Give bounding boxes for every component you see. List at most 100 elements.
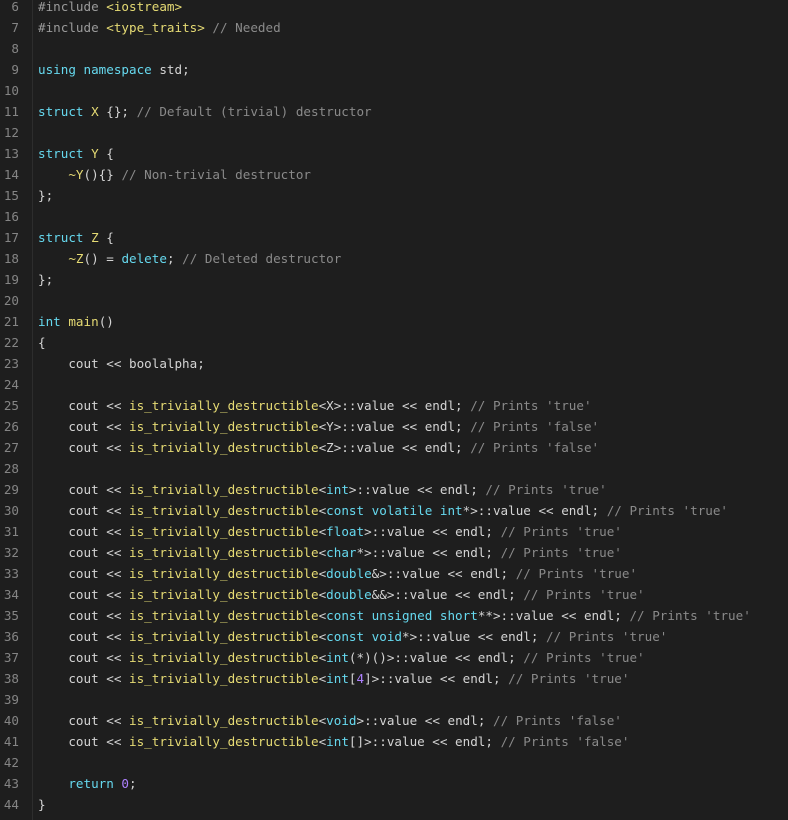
code-token: return (68, 776, 122, 791)
line-number: 40 (3, 713, 19, 728)
code-token: cout << (38, 650, 129, 665)
code-token: () (98, 314, 114, 329)
code-token: (*)()>::value << endl; (348, 650, 524, 665)
code-token: int (38, 314, 69, 329)
code-token: cout << (38, 419, 129, 434)
code-line[interactable]: cout << is_trivially_destructible<int>::… (38, 479, 607, 500)
code-token: ; (129, 776, 137, 791)
code-token: is_trivially_destructible (129, 671, 319, 686)
code-line[interactable]: } (38, 794, 46, 815)
code-line[interactable]: cout << is_trivially_destructible<float>… (38, 521, 622, 542)
line-number: 24 (3, 377, 19, 392)
code-token: cout << boolalpha; (38, 356, 205, 371)
line-number: 29 (3, 482, 19, 497)
code-token: is_trivially_destructible (129, 398, 319, 413)
line-number: 19 (3, 272, 19, 287)
code-line[interactable]: using namespace std; (38, 59, 190, 80)
line-number: 8 (11, 41, 19, 56)
code-line[interactable]: return 0; (38, 773, 137, 794)
code-token: double (326, 566, 372, 581)
code-token: ; (166, 251, 183, 266)
line-number: 35 (3, 608, 19, 623)
line-number: 13 (3, 146, 19, 161)
code-line[interactable]: ~Z() = delete; // Deleted destructor (38, 248, 341, 269)
code-token: cout << (38, 671, 129, 686)
code-token: }; (38, 272, 54, 287)
code-token: // Prints 'false' (492, 713, 622, 728)
code-token: <type_traits> (106, 20, 205, 35)
line-number: 32 (3, 545, 19, 560)
code-token: is_trivially_destructible (129, 566, 319, 581)
code-line[interactable]: ~Y(){} // Non-trivial destructor (38, 164, 311, 185)
code-token: // Prints 'true' (485, 482, 607, 497)
line-number: 17 (3, 230, 19, 245)
code-line[interactable]: cout << is_trivially_destructible<const … (38, 500, 728, 521)
code-token: &&>::value << endl; (371, 587, 524, 602)
code-token: { (38, 335, 46, 350)
line-number: 21 (3, 314, 19, 329)
code-token: // Prints 'true' (606, 503, 729, 518)
code-line[interactable]: cout << is_trivially_destructible<char*>… (38, 542, 622, 563)
code-token: // Needed (204, 20, 281, 35)
code-line[interactable]: }; (38, 269, 53, 290)
code-line[interactable]: { (38, 332, 46, 353)
code-token: float (326, 524, 365, 539)
code-token: std; (159, 62, 190, 77)
code-token: *>::value << endl; (356, 545, 501, 560)
gutter-divider (32, 0, 33, 820)
code-line[interactable]: cout << is_trivially_destructible<double… (38, 563, 637, 584)
code-token: struct (38, 146, 92, 161)
code-token: // Prints 'false' (470, 419, 600, 434)
code-token: int (326, 482, 349, 497)
code-line[interactable]: cout << is_trivially_destructible<int[]>… (38, 731, 629, 752)
code-token: **>::value << endl; (477, 608, 630, 623)
code-line[interactable]: cout << is_trivially_destructible<const … (38, 626, 667, 647)
code-token: // Non-trivial destructor (121, 167, 311, 182)
code-line[interactable]: cout << is_trivially_destructible<X>::va… (38, 395, 591, 416)
code-line[interactable]: struct X {}; // Default (trivial) destru… (38, 101, 372, 122)
code-line[interactable]: #include <type_traits> // Needed (38, 17, 281, 38)
code-token: { (98, 230, 114, 245)
code-token: #include (38, 0, 107, 14)
code-token: double (326, 587, 372, 602)
code-token: delete (121, 251, 167, 266)
code-line[interactable]: #include <iostream> (38, 0, 182, 17)
code-token: is_trivially_destructible (129, 440, 319, 455)
code-token: ~Y (68, 167, 84, 182)
code-line[interactable]: cout << is_trivially_destructible<void>:… (38, 710, 622, 731)
code-token: cout << (38, 503, 129, 518)
code-editor[interactable]: 6 7 8 9 10 11 12 13 14 15 16 17 18 19 20 21 22 23 24 25 26 27… (0, 0, 788, 820)
line-number: 18 (3, 251, 19, 266)
line-number: 23 (3, 356, 19, 371)
code-token: Z (91, 230, 99, 245)
line-number: 36 (3, 629, 19, 644)
code-line[interactable]: cout << is_trivially_destructible<int(*)… (38, 647, 644, 668)
code-line[interactable]: cout << is_trivially_destructible<Z>::va… (38, 437, 599, 458)
line-number: 26 (3, 419, 19, 434)
code-line[interactable]: cout << is_trivially_destructible<int[4]… (38, 668, 629, 689)
code-token: <Z>::value << endl; (318, 440, 471, 455)
code-token: main (68, 314, 99, 329)
line-number: 25 (3, 398, 19, 413)
code-token: } (38, 797, 46, 812)
code-token: is_trivially_destructible (129, 713, 319, 728)
code-token: *>::value << endl; (462, 503, 607, 518)
code-token: // Default (trivial) destructor (136, 104, 372, 119)
code-token: #include (38, 20, 107, 35)
code-token: const void (326, 629, 402, 644)
code-token: cout << (38, 482, 129, 497)
code-line[interactable]: cout << is_trivially_destructible<Y>::va… (38, 416, 599, 437)
code-line[interactable]: cout << boolalpha; (38, 353, 205, 374)
code-line[interactable]: struct Y { (38, 143, 114, 164)
line-number: 42 (3, 755, 19, 770)
code-token: // Prints 'false' (500, 734, 630, 749)
code-line[interactable]: struct Z { (38, 227, 114, 248)
code-line[interactable]: cout << is_trivially_destructible<double… (38, 584, 644, 605)
code-line[interactable]: cout << is_trivially_destructible<const … (38, 605, 750, 626)
code-token: cout << (38, 440, 129, 455)
code-line[interactable]: }; (38, 185, 53, 206)
code-token: is_trivially_destructible (129, 545, 319, 560)
code-line[interactable]: int main() (38, 311, 114, 332)
code-token: // Prints 'false' (470, 440, 600, 455)
code-token: struct (38, 104, 92, 119)
